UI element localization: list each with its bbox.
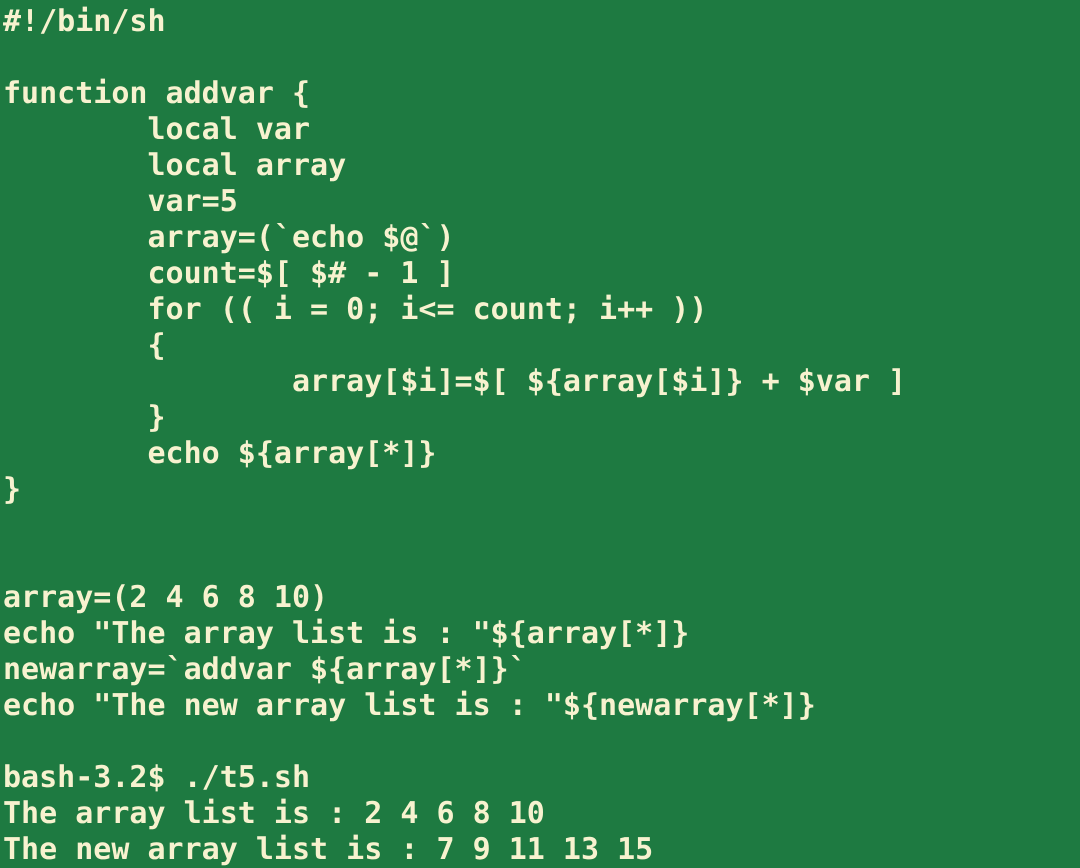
code-line: echo ${array[*]} [3, 436, 437, 471]
code-line: The array list is : 2 4 6 8 10 [3, 796, 545, 831]
code-line: var=5 [3, 184, 238, 219]
code-line: echo "The new array list is : "${newarra… [3, 688, 816, 723]
code-line: } [3, 472, 22, 507]
code-line: } [3, 400, 166, 435]
code-line: { [3, 328, 166, 363]
terminal-screen[interactable]: #!/bin/sh function addvar { local var loc… [0, 0, 1080, 867]
code-line: The new array list is : 7 9 11 13 15 [3, 832, 654, 867]
code-line: array[$i]=$[ ${array[$i]} + $var ] [3, 364, 907, 399]
code-line: newarray=`addvar ${array[*]}` [3, 652, 527, 687]
code-line: count=$[ $# - 1 ] [3, 256, 455, 291]
code-line: bash-3.2$ ./t5.sh [3, 760, 311, 795]
code-line: local array [3, 148, 347, 183]
code-line: array=(`echo $@`) [3, 220, 455, 255]
code-line: echo "The array list is : "${array[*]} [3, 616, 690, 651]
code-line: function addvar { [3, 76, 311, 111]
code-line: array=(2 4 6 8 10) [3, 580, 329, 615]
code-line: #!/bin/sh [3, 4, 166, 39]
code-line: for (( i = 0; i<= count; i++ )) [3, 292, 708, 327]
code-line: local var [3, 112, 311, 147]
